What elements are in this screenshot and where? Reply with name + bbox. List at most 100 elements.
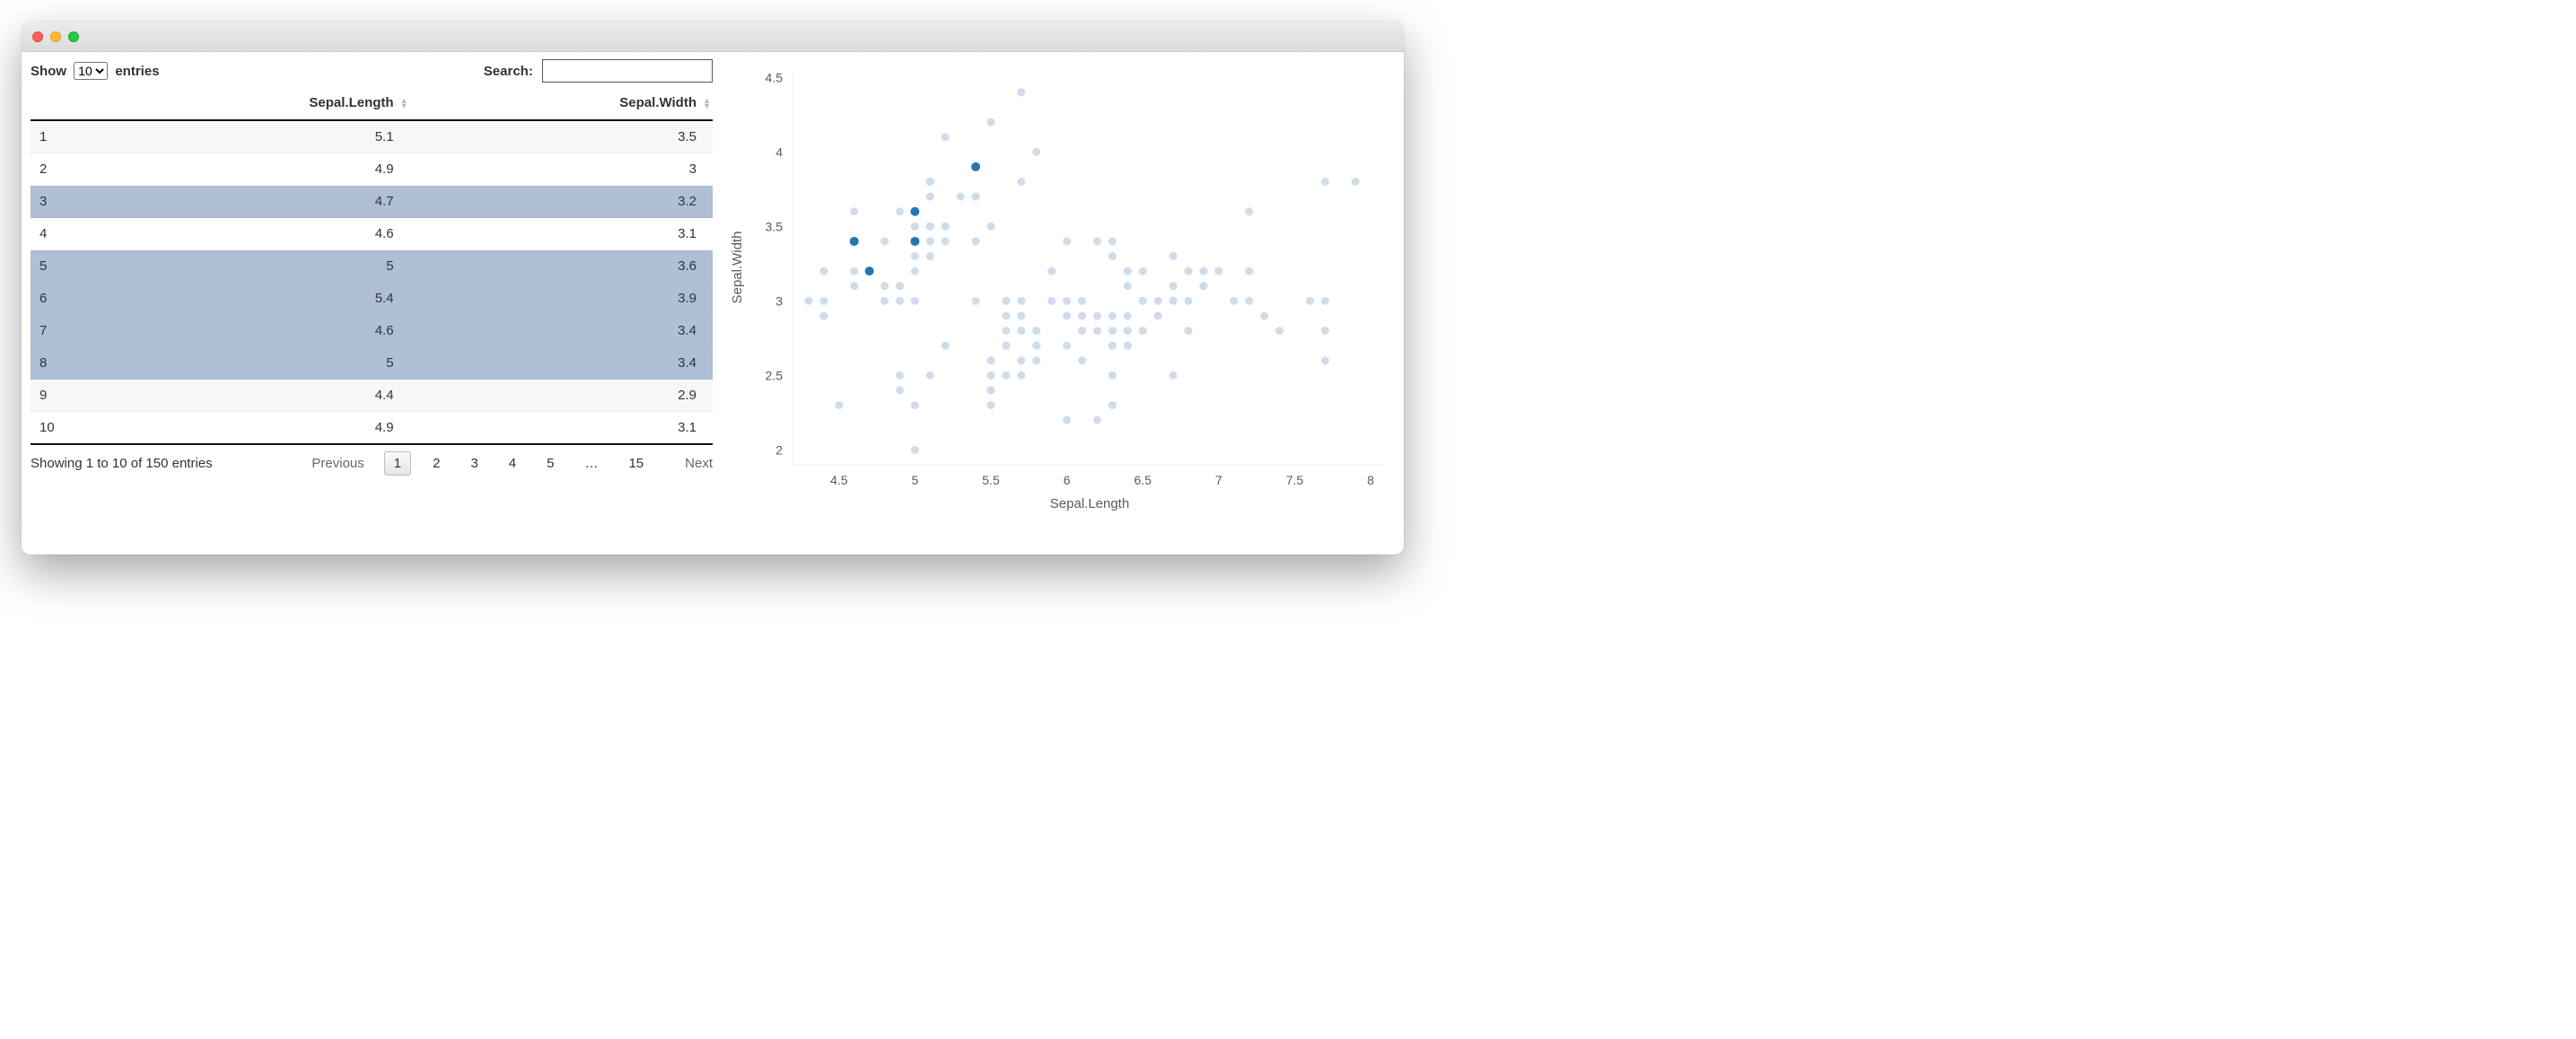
data-point[interactable] (881, 297, 889, 305)
data-point[interactable] (911, 223, 919, 231)
table-row[interactable]: 74.63.4 (31, 315, 713, 347)
data-point[interactable] (1017, 297, 1025, 305)
data-point[interactable] (1154, 297, 1162, 305)
data-point[interactable] (926, 178, 934, 186)
data-point[interactable] (926, 252, 934, 260)
data-point[interactable] (926, 371, 934, 380)
data-point[interactable] (850, 207, 858, 215)
data-point[interactable] (1139, 327, 1147, 335)
page-number[interactable]: 5 (538, 452, 563, 475)
data-point-selected[interactable] (910, 237, 919, 246)
page-number[interactable]: 1 (384, 451, 411, 476)
data-point[interactable] (1017, 88, 1025, 96)
data-point[interactable] (896, 282, 904, 290)
data-point[interactable] (926, 193, 934, 201)
data-point[interactable] (1170, 297, 1178, 305)
data-point[interactable] (1321, 178, 1329, 186)
data-point[interactable] (1032, 148, 1040, 156)
data-point[interactable] (957, 193, 965, 201)
data-point[interactable] (1170, 252, 1178, 260)
data-point[interactable] (835, 401, 843, 409)
data-point[interactable] (896, 207, 904, 215)
data-point[interactable] (1093, 416, 1101, 424)
data-point[interactable] (1124, 311, 1132, 319)
data-point[interactable] (896, 297, 904, 305)
data-point[interactable] (1002, 311, 1010, 319)
data-point[interactable] (1230, 297, 1238, 305)
data-point[interactable] (911, 446, 919, 454)
data-point[interactable] (1078, 297, 1086, 305)
data-point[interactable] (1017, 371, 1025, 380)
window-zoom-button[interactable] (68, 31, 79, 42)
data-point-selected[interactable] (850, 237, 859, 246)
data-point[interactable] (926, 223, 934, 231)
data-point[interactable] (1124, 342, 1132, 350)
data-point[interactable] (819, 297, 828, 305)
data-point[interactable] (1139, 267, 1147, 275)
table-row[interactable]: 553.6 (31, 250, 713, 283)
data-point[interactable] (1093, 327, 1101, 335)
data-point[interactable] (1002, 297, 1010, 305)
data-point[interactable] (881, 237, 889, 245)
window-minimize-button[interactable] (50, 31, 61, 42)
data-point[interactable] (1017, 178, 1025, 186)
data-point[interactable] (1306, 297, 1314, 305)
data-point[interactable] (1002, 327, 1010, 335)
data-point[interactable] (1032, 356, 1040, 364)
data-point[interactable] (804, 297, 812, 305)
col-header-sepal-length[interactable]: Sepal.Length ▲▼ (84, 86, 410, 120)
data-point[interactable] (1063, 297, 1071, 305)
data-point[interactable] (972, 193, 980, 201)
data-point[interactable] (1321, 297, 1329, 305)
data-point[interactable] (1063, 342, 1071, 350)
data-point[interactable] (1108, 237, 1117, 245)
data-point[interactable] (1275, 327, 1284, 335)
data-point[interactable] (987, 223, 995, 231)
table-row[interactable]: 44.63.1 (31, 218, 713, 250)
data-point[interactable] (1185, 267, 1193, 275)
data-point[interactable] (1017, 311, 1025, 319)
data-point[interactable] (1108, 311, 1117, 319)
data-point[interactable] (1063, 237, 1071, 245)
data-point[interactable] (1185, 297, 1193, 305)
data-point[interactable] (1047, 297, 1056, 305)
col-header-index[interactable] (31, 86, 84, 120)
data-point[interactable] (1078, 356, 1086, 364)
data-point[interactable] (1139, 297, 1147, 305)
prev-button[interactable]: Previous (311, 456, 364, 471)
data-point[interactable] (819, 311, 828, 319)
data-point[interactable] (942, 342, 950, 350)
data-point[interactable] (987, 386, 995, 394)
data-point[interactable] (1093, 237, 1101, 245)
data-point[interactable] (1017, 327, 1025, 335)
data-point[interactable] (911, 401, 919, 409)
data-point[interactable] (896, 371, 904, 380)
data-point[interactable] (1108, 342, 1117, 350)
page-number[interactable]: 2 (424, 452, 449, 475)
col-header-sepal-width[interactable]: Sepal.Width ▲▼ (410, 86, 713, 120)
length-select[interactable]: 10 (74, 62, 108, 80)
data-point[interactable] (819, 267, 828, 275)
data-point[interactable] (1245, 297, 1253, 305)
table-row[interactable]: 104.93.1 (31, 412, 713, 445)
page-number[interactable]: 15 (619, 452, 653, 475)
data-point[interactable] (987, 401, 995, 409)
next-button[interactable]: Next (685, 456, 713, 471)
data-point[interactable] (926, 237, 934, 245)
table-row[interactable]: 15.13.5 (31, 120, 713, 153)
data-point[interactable] (1063, 416, 1071, 424)
table-row[interactable]: 24.93 (31, 153, 713, 186)
data-point[interactable] (1245, 207, 1253, 215)
data-point[interactable] (942, 133, 950, 141)
data-point[interactable] (1321, 327, 1329, 335)
data-point[interactable] (1032, 342, 1040, 350)
data-point[interactable] (942, 223, 950, 231)
data-point[interactable] (1032, 327, 1040, 335)
data-point[interactable] (1108, 401, 1117, 409)
window-close-button[interactable] (32, 31, 43, 42)
data-point[interactable] (850, 267, 858, 275)
data-point[interactable] (972, 297, 980, 305)
data-point[interactable] (850, 282, 858, 290)
data-point[interactable] (911, 297, 919, 305)
data-point[interactable] (896, 386, 904, 394)
